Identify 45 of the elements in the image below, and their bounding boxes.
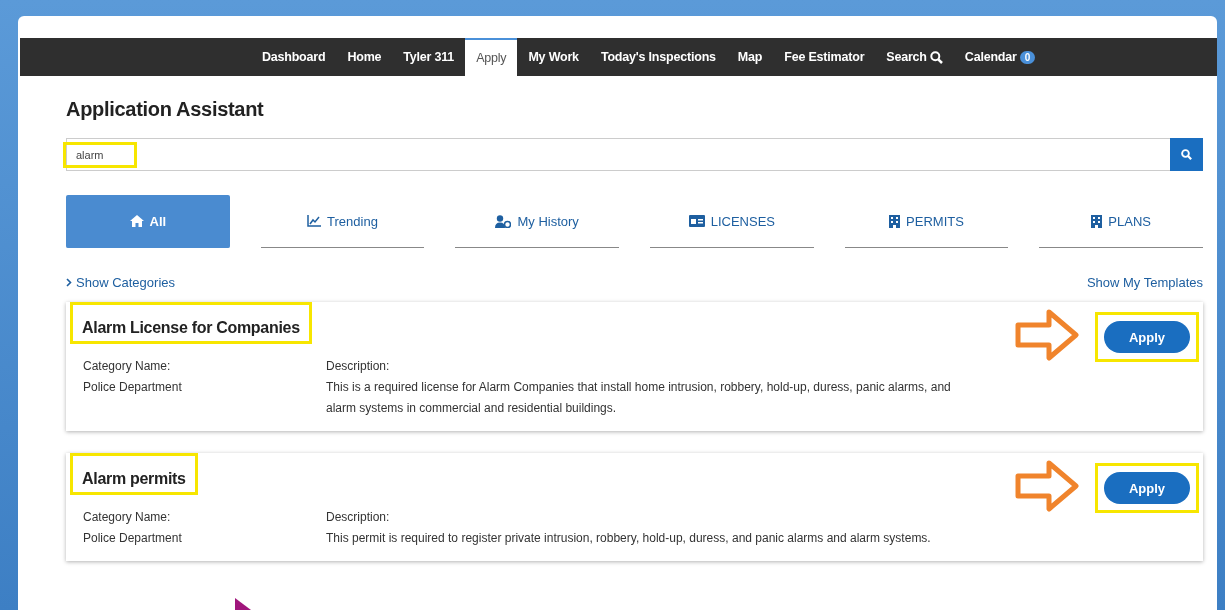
user-icon — [495, 214, 512, 228]
result-title: Alarm permits — [70, 453, 198, 495]
id-card-icon — [688, 215, 705, 227]
page-title: Application Assistant — [66, 98, 265, 121]
chevron-icon — [66, 278, 72, 287]
category-tab[interactable]: LICENSES — [650, 195, 814, 248]
category-tab[interactable]: PLANS — [1039, 195, 1203, 248]
category-tab[interactable]: My History — [455, 195, 619, 248]
line-chart-icon — [307, 215, 322, 227]
nav-link[interactable]: Calendar 0 — [953, 38, 1047, 76]
field-label: Description: — [326, 509, 391, 526]
nav-link[interactable]: Tyler 311 — [392, 38, 466, 76]
nav-link[interactable]: My Work — [517, 38, 590, 76]
search-icon — [929, 50, 943, 64]
nav-link[interactable]: Today's Inspections — [589, 38, 727, 76]
category-value: Police Department — [83, 530, 183, 547]
building-icon — [1091, 214, 1103, 228]
result-title: Alarm License for Companies — [70, 302, 312, 344]
nav-link[interactable]: Fee Estimator — [773, 38, 876, 76]
building-icon — [889, 214, 901, 228]
nav-link[interactable]: Map — [726, 38, 774, 76]
nav-link[interactable]: Apply — [465, 38, 518, 76]
category-tab[interactable]: Trending — [260, 195, 425, 248]
search-field[interactable]: alarm — [66, 138, 1203, 171]
count-badge: 0 — [1019, 50, 1036, 64]
field-label: Description: — [326, 358, 391, 375]
apply-button[interactable]: Apply — [1104, 321, 1190, 353]
nav-link[interactable]: Home — [336, 38, 393, 76]
nav-link[interactable]: Dashboard — [250, 38, 337, 76]
apply-button[interactable]: Apply — [1104, 472, 1190, 504]
description-text: This permit is required to register private intrusion, robbery, hold-up, duress, and panic alarms and alarm systems. — [326, 530, 932, 547]
search-icon — [1181, 149, 1192, 160]
category-tab[interactable]: All — [66, 195, 230, 248]
show-categories-link[interactable]: Show Categories — [66, 275, 175, 290]
search-button[interactable] — [1170, 138, 1203, 171]
show-templates-link[interactable]: Show My Templates — [1086, 275, 1203, 290]
home-icon — [129, 215, 144, 227]
field-label: Category Name: — [83, 358, 172, 375]
category-tab[interactable]: PERMITS — [844, 195, 1009, 248]
field-label: Category Name: — [83, 509, 172, 526]
search-input[interactable]: alarm — [63, 141, 137, 168]
pointer-icon — [235, 598, 251, 610]
category-value: Police Department — [83, 379, 183, 396]
nav-link[interactable]: Search — [875, 38, 954, 76]
description-text: This is a required license for Alarm Companies that install home intrusion, robbery, hold-up, duress, panic alarms, and alarm systems in commercial and residential buildings. — [326, 379, 951, 417]
